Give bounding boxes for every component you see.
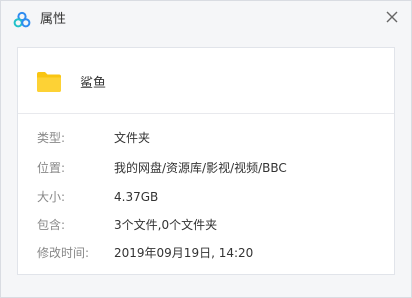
- property-value: 我的网盘/资源库/影视/视频/BBC: [114, 161, 287, 175]
- property-row-type: 类型: 文件夹: [18, 128, 394, 148]
- property-row-location: 位置: 我的网盘/资源库/影视/视频/BBC: [18, 158, 394, 178]
- property-value: 4.37GB: [114, 190, 159, 204]
- property-row-size: 大小: 4.37GB: [18, 187, 394, 207]
- property-label: 类型:: [37, 131, 66, 145]
- property-value: 3个文件,0个文件夹: [114, 218, 218, 232]
- property-row-modified: 修改时间: 2019年09月19日, 14:20: [18, 243, 394, 263]
- properties-panel: 鲨鱼 类型: 文件夹 位置: 我的网盘/资源库/影视/视频/BBC 大小: 4.…: [17, 47, 395, 275]
- property-row-contents: 包含: 3个文件,0个文件夹: [18, 215, 394, 235]
- property-label: 修改时间:: [37, 246, 90, 260]
- title-bar: 属性: [1, 1, 411, 39]
- property-label: 包含:: [37, 218, 66, 232]
- file-name: 鲨鱼: [80, 76, 107, 91]
- dialog-title: 属性: [40, 12, 67, 27]
- property-value: 文件夹: [114, 131, 151, 145]
- properties-dialog: 属性 鲨鱼 类型: 文件夹 位置: 我的网盘/资源库/影视/视频/BBC 大小:…: [0, 0, 412, 298]
- file-header: 鲨鱼: [18, 48, 394, 114]
- property-value: 2019年09月19日, 14:20: [114, 246, 254, 260]
- property-label: 大小:: [37, 190, 66, 204]
- close-icon: [386, 11, 398, 26]
- folder-icon: [36, 71, 62, 93]
- close-button[interactable]: [379, 5, 405, 31]
- cloud-icon: [13, 11, 31, 29]
- property-label: 位置:: [37, 161, 66, 175]
